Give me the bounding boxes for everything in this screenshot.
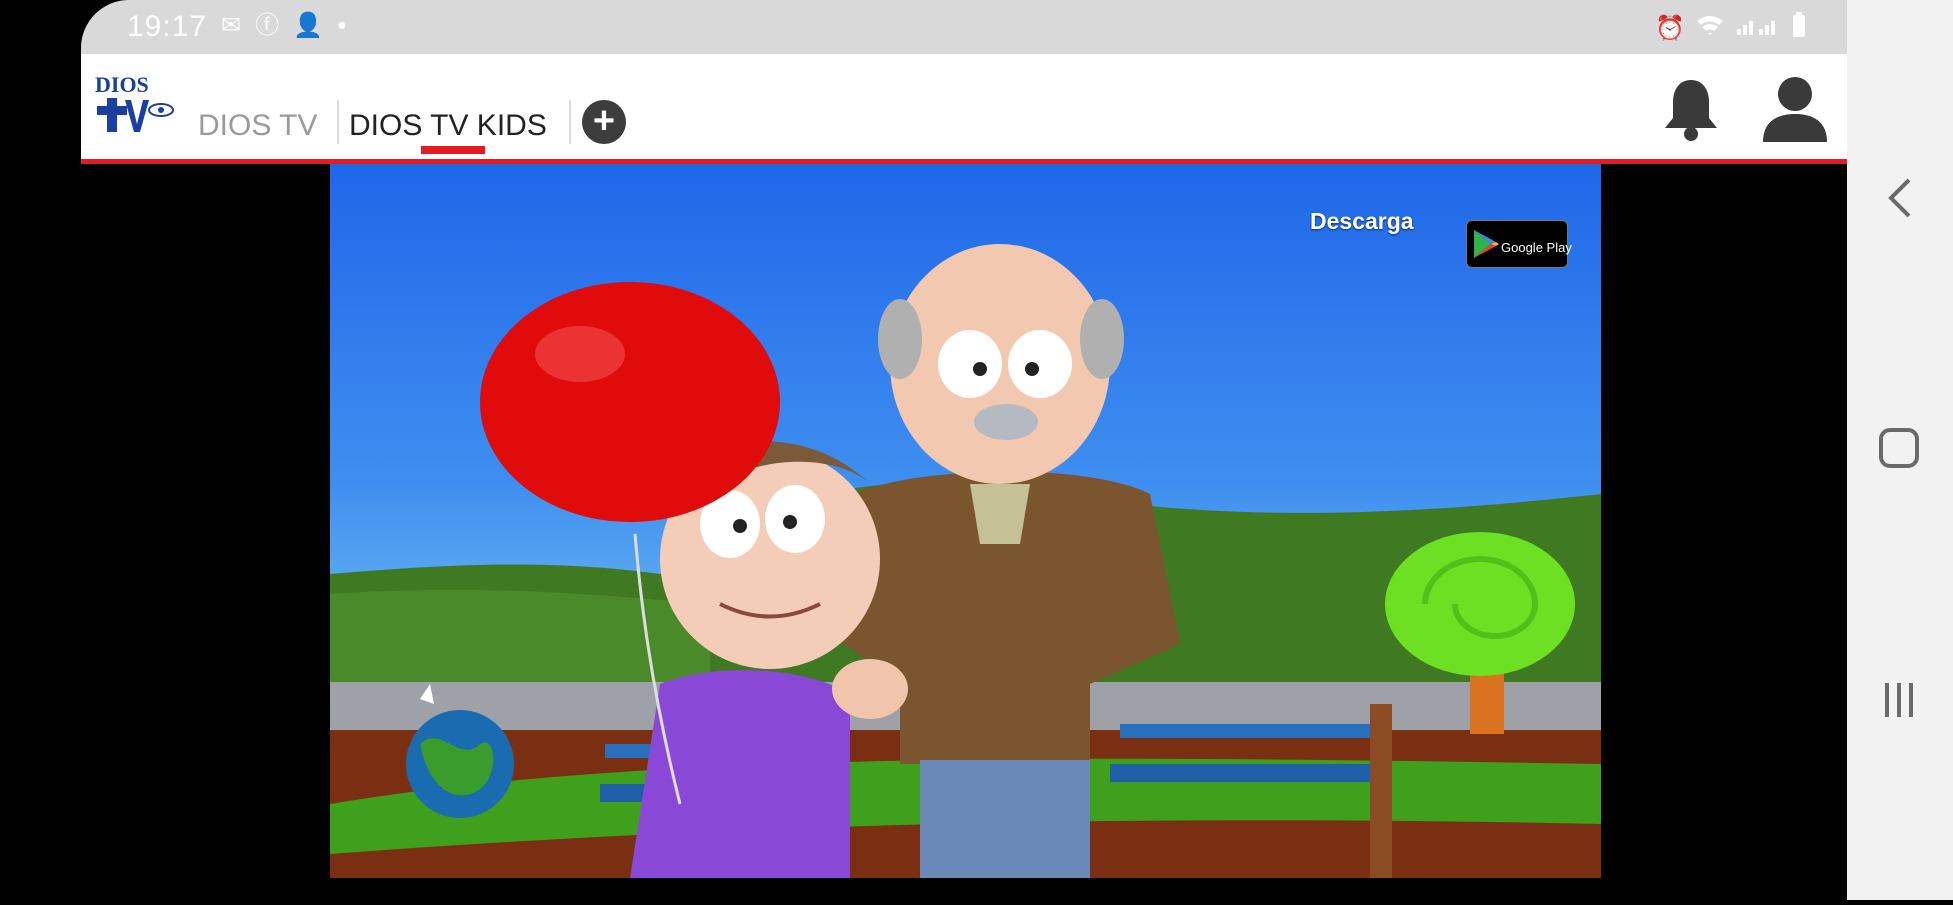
system-nav-bar <box>1847 0 1953 900</box>
recents-icon[interactable] <box>1885 683 1913 717</box>
home-icon[interactable] <box>1879 428 1919 468</box>
user-icon[interactable] <box>1759 72 1831 144</box>
signal-icon <box>1735 13 1781 44</box>
facebook-icon: ⓕ <box>255 12 280 39</box>
status-bar: 19:17 ✉ ⓕ 👤 ● ⏰ <box>81 0 1847 54</box>
status-time: 19:17 <box>127 10 208 43</box>
tab-dios-tv[interactable]: DIOS TV <box>198 106 317 146</box>
download-overlay-text[interactable]: Descarga <box>1310 208 1414 235</box>
bell-icon[interactable] <box>1661 76 1721 142</box>
plus-icon[interactable]: + <box>582 100 626 144</box>
google-play-icon <box>1474 230 1499 258</box>
dios-tv-logo[interactable]: DIOS <box>81 54 186 159</box>
video-frame <box>330 244 1601 878</box>
alarm-icon: ⏰ <box>1655 14 1685 42</box>
svg-text:DIOS: DIOS <box>95 72 149 97</box>
dot-icon: ● <box>337 17 347 34</box>
tab-divider <box>569 100 571 144</box>
video-player[interactable]: Descarga Google Play <box>330 164 1601 878</box>
app-header: DIOS DIOS TV DIOS TV KIDS + <box>81 54 1847 164</box>
phone-screen: 19:17 ✉ ⓕ 👤 ● ⏰ DIOS DIOS TV DIOS TV KID… <box>81 0 1847 900</box>
chevron-left-icon[interactable] <box>1888 178 1911 218</box>
mail-icon: ✉ <box>221 12 242 39</box>
battery-icon <box>1791 12 1807 45</box>
google-play-label: Google Play <box>1501 240 1572 255</box>
tab-divider <box>337 100 339 144</box>
google-play-badge[interactable]: Google Play <box>1466 220 1572 268</box>
wifi-icon <box>1695 13 1725 44</box>
person-icon: 👤 <box>293 12 323 39</box>
tab-dios-tv-kids[interactable]: DIOS TV KIDS <box>349 106 547 146</box>
active-tab-indicator <box>421 146 485 154</box>
